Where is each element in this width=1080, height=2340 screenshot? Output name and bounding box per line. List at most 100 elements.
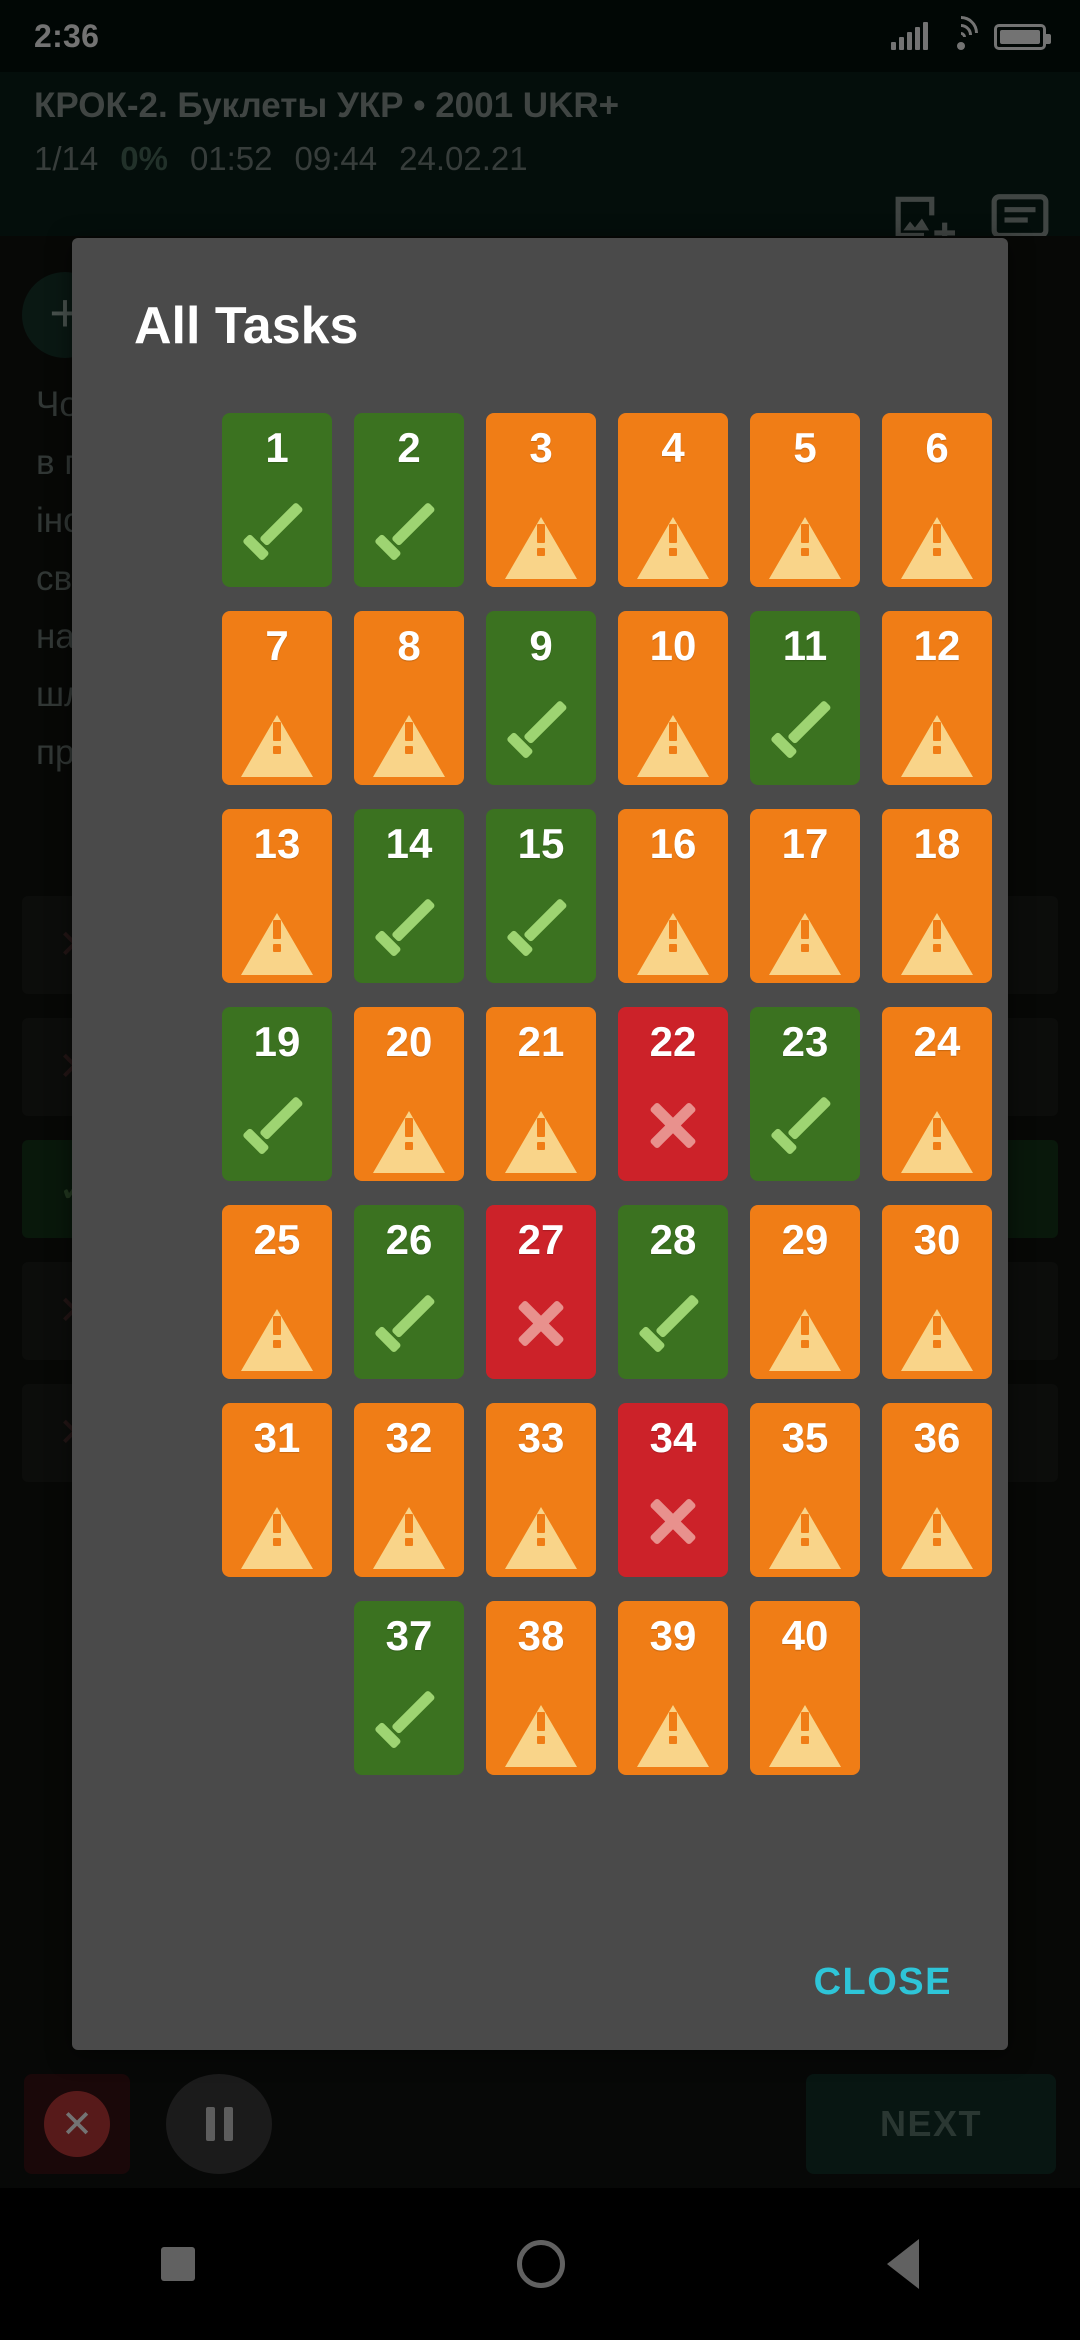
task-tile-10[interactable]: 10 [618,611,728,785]
task-status-icon [882,1475,992,1569]
task-tile-5[interactable]: 5 [750,413,860,587]
task-tile-20[interactable]: 20 [354,1007,464,1181]
task-tile-14[interactable]: 14 [354,809,464,983]
task-status-icon [354,485,464,577]
task-number: 21 [517,1018,565,1065]
check-icon [246,1108,308,1142]
task-tile-21[interactable]: 21 [486,1007,596,1181]
task-tile-19[interactable]: 19 [222,1007,332,1181]
warning-icon [637,896,709,975]
task-number: 17 [781,820,829,867]
warning-icon [241,896,313,975]
close-button[interactable]: CLOSE [814,1961,952,2004]
task-number: 26 [385,1216,433,1263]
task-status-icon [750,1673,860,1767]
task-tile-13[interactable]: 13 [222,809,332,983]
task-tile-34[interactable]: 34 [618,1403,728,1577]
task-tile-3[interactable]: 3 [486,413,596,587]
task-tile-23[interactable]: 23 [750,1007,860,1181]
task-tile-35[interactable]: 35 [750,1403,860,1577]
task-tile-8[interactable]: 8 [354,611,464,785]
task-tile-31[interactable]: 31 [222,1403,332,1577]
task-tile-9[interactable]: 9 [486,611,596,785]
task-status-icon [222,1079,332,1171]
task-status-icon [882,485,992,579]
task-number: 25 [253,1216,301,1263]
task-tile-11[interactable]: 11 [750,611,860,785]
task-number: 1 [265,424,289,471]
task-number: 34 [649,1414,697,1461]
task-tile-29[interactable]: 29 [750,1205,860,1379]
task-status-icon [486,683,596,775]
task-number: 11 [782,622,828,669]
task-tile-6[interactable]: 6 [882,413,992,587]
task-tile-36[interactable]: 36 [882,1403,992,1577]
warning-icon [637,698,709,777]
task-status-icon [882,881,992,975]
warning-icon [901,896,973,975]
task-tile-7[interactable]: 7 [222,611,332,785]
task-status-icon [750,485,860,579]
task-number: 12 [913,622,961,669]
task-number: 36 [913,1414,961,1461]
task-tile-26[interactable]: 26 [354,1205,464,1379]
task-tile-38[interactable]: 38 [486,1601,596,1775]
check-icon [378,1306,440,1340]
task-tile-12[interactable]: 12 [882,611,992,785]
check-icon [642,1306,704,1340]
task-tile-32[interactable]: 32 [354,1403,464,1577]
task-number: 32 [385,1414,433,1461]
task-tile-27[interactable]: 27 [486,1205,596,1379]
app-screen: 2:36 КРОК-2. Буклеты УКР • 2001 UKR+ 1/1… [0,0,1080,2340]
task-tile-16[interactable]: 16 [618,809,728,983]
task-status-icon [486,1079,596,1173]
task-status-icon [222,1277,332,1371]
task-tile-24[interactable]: 24 [882,1007,992,1181]
warning-icon [373,1490,445,1569]
warning-icon [769,896,841,975]
task-status-icon [354,1673,464,1765]
task-number: 31 [253,1414,301,1461]
task-tile-22[interactable]: 22 [618,1007,728,1181]
task-number: 22 [649,1018,697,1065]
task-number: 30 [913,1216,961,1263]
task-number: 5 [793,424,817,471]
warning-icon [901,1490,973,1569]
all-tasks-dialog: All Tasks 1 2 3 4 5 6 7 8 9 10 11 12 13 14 15 16 17 18 19 2… [72,238,1008,2050]
task-number: 4 [661,424,685,471]
task-number: 29 [781,1216,829,1263]
task-tile-28[interactable]: 28 [618,1205,728,1379]
task-number: 27 [517,1216,565,1263]
warning-icon [373,698,445,777]
task-number: 40 [781,1612,829,1659]
task-tile-17[interactable]: 17 [750,809,860,983]
task-number: 28 [649,1216,697,1263]
task-tile-33[interactable]: 33 [486,1403,596,1577]
task-tile-18[interactable]: 18 [882,809,992,983]
task-tile-1[interactable]: 1 [222,413,332,587]
task-tile-4[interactable]: 4 [618,413,728,587]
warning-icon [901,1292,973,1371]
task-status-icon [618,1079,728,1171]
warning-icon [373,1094,445,1173]
cross-icon [645,1097,701,1153]
task-tile-40[interactable]: 40 [750,1601,860,1775]
task-status-icon [882,683,992,777]
task-tile-25[interactable]: 25 [222,1205,332,1379]
task-tile-2[interactable]: 2 [354,413,464,587]
warning-icon [505,1490,577,1569]
task-tile-15[interactable]: 15 [486,809,596,983]
warning-icon [769,500,841,579]
task-number: 23 [781,1018,829,1065]
task-number: 20 [385,1018,433,1065]
task-tile-39[interactable]: 39 [618,1601,728,1775]
task-status-icon [750,1475,860,1569]
task-tile-30[interactable]: 30 [882,1205,992,1379]
task-tile-37[interactable]: 37 [354,1601,464,1775]
task-number: 7 [265,622,289,669]
task-status-icon [354,881,464,973]
check-icon [378,1702,440,1736]
warning-icon [901,500,973,579]
task-status-icon [750,881,860,975]
task-status-icon [354,683,464,777]
